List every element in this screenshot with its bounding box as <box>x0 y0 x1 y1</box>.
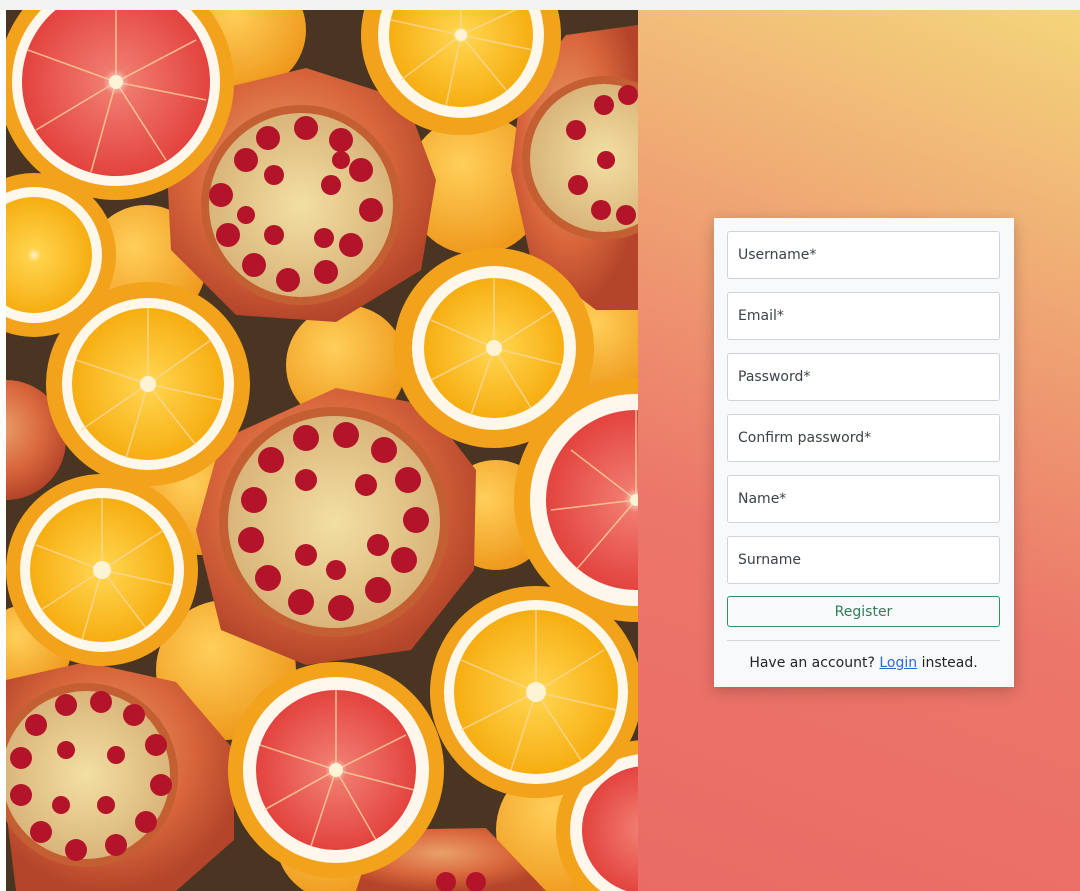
register-button[interactable]: Register <box>727 596 1000 627</box>
browser-top-strip <box>0 0 1080 10</box>
login-prompt-suffix: instead. <box>917 655 978 671</box>
username-input[interactable] <box>727 231 1000 279</box>
password-input[interactable] <box>727 353 1000 401</box>
surname-input[interactable] <box>727 536 1000 584</box>
email-input[interactable] <box>727 292 1000 340</box>
confirm-password-input[interactable] <box>727 414 1000 462</box>
fruit-photo <box>6 10 638 891</box>
login-prompt: Have an account? Login instead. <box>727 655 1000 671</box>
name-input[interactable] <box>727 475 1000 523</box>
login-prompt-prefix: Have an account? <box>749 655 880 671</box>
login-link[interactable]: Login <box>879 655 917 671</box>
divider <box>727 640 1000 641</box>
register-card: Register Have an account? Login instead. <box>714 218 1014 687</box>
